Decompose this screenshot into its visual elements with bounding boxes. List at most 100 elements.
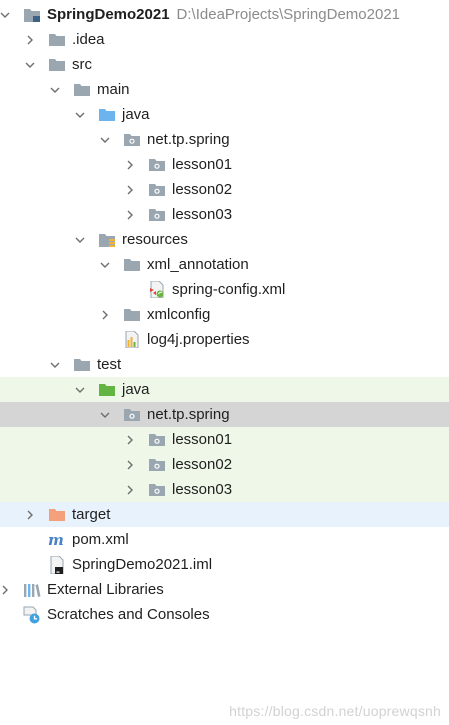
chevron-right-icon[interactable]: [0, 577, 10, 602]
tree-row-main-java[interactable]: java: [0, 102, 449, 127]
tree-item-label: xml_annotation: [147, 252, 249, 277]
chevron-down-icon[interactable]: [0, 2, 10, 27]
tree-item-label: .idea: [72, 27, 105, 52]
package-icon: [148, 202, 166, 227]
tree-row-main-lesson02[interactable]: lesson02: [0, 177, 449, 202]
tree-item-label: pom.xml: [72, 527, 129, 552]
tree-row-log4j[interactable]: log4j.properties: [0, 327, 449, 352]
chevron-right-icon[interactable]: [125, 452, 135, 477]
tree-row-xml-annotation[interactable]: xml_annotation: [0, 252, 449, 277]
tree-item-label: lesson03: [172, 202, 232, 227]
tree-row-test-lesson01[interactable]: lesson01: [0, 427, 449, 452]
tree-item-label: lesson01: [172, 427, 232, 452]
chevron-right-icon[interactable]: [125, 427, 135, 452]
tree-item-label: log4j.properties: [147, 327, 250, 352]
tree-item-label: java: [122, 102, 150, 127]
tree-item-text: target: [72, 506, 111, 523]
tree-item-label: SpringDemo2021 D:\IdeaProjects\SpringDemo…: [47, 2, 400, 27]
tree-row-src[interactable]: src: [0, 52, 449, 77]
tree-item-text: lesson02: [172, 456, 233, 473]
tree-item-label: test: [97, 352, 121, 377]
project-path: D:\IdeaProjects\SpringDemo2021: [176, 6, 401, 23]
package-icon: [123, 127, 141, 152]
tree-row-test-pkg[interactable]: net.tp.spring: [0, 402, 449, 427]
tree-row-test[interactable]: test: [0, 352, 449, 377]
folder-icon: [123, 252, 141, 277]
chevron-down-icon[interactable]: [100, 252, 110, 277]
chevron-down-icon[interactable]: [50, 77, 60, 102]
tree-row-test-lesson02[interactable]: lesson02: [0, 452, 449, 477]
tree-item-label: spring-config.xml: [172, 277, 285, 302]
tree-item-label: src: [72, 52, 92, 77]
chevron-right-icon[interactable]: [25, 502, 35, 527]
tree-row-root[interactable]: SpringDemo2021 D:\IdeaProjects\SpringDemo…: [0, 2, 449, 27]
tree-item-text: SpringDemo2021: [47, 6, 170, 23]
tree-item-text: lesson03: [172, 206, 233, 223]
tree-row-spring-config[interactable]: spring-config.xml: [0, 277, 449, 302]
tree-row-idea[interactable]: .idea: [0, 27, 449, 52]
chevron-right-icon[interactable]: [100, 302, 110, 327]
project-folder-icon: [23, 2, 41, 27]
chevron-right-icon[interactable]: [25, 27, 35, 52]
package-icon: [123, 402, 141, 427]
tree-item-text: src: [72, 56, 92, 73]
tree-row-main-lesson03[interactable]: lesson03: [0, 202, 449, 227]
tree-row-resources[interactable]: resources: [0, 227, 449, 252]
tree-item-label: lesson02: [172, 452, 232, 477]
tree-item-text: lesson03: [172, 481, 233, 498]
tree-row-main[interactable]: main: [0, 77, 449, 102]
tree-item-label: java: [122, 377, 150, 402]
tree-item-text: net.tp.spring: [147, 131, 230, 148]
tree-item-text: lesson01: [172, 431, 233, 448]
chevron-down-icon[interactable]: [75, 227, 85, 252]
tree-item-label: net.tp.spring: [147, 127, 230, 152]
tree-row-main-lesson01[interactable]: lesson01: [0, 152, 449, 177]
tree-item-label: target: [72, 502, 110, 527]
chevron-down-icon[interactable]: [75, 102, 85, 127]
tree-item-text: main: [97, 81, 130, 98]
tree-row-scratches[interactable]: Scratches and Consoles: [0, 602, 449, 627]
tree-row-iml[interactable]: SpringDemo2021.iml: [0, 552, 449, 577]
tree-row-test-java[interactable]: java: [0, 377, 449, 402]
folder-icon: [73, 352, 91, 377]
chevron-down-icon[interactable]: [25, 52, 35, 77]
tree-item-label: lesson02: [172, 177, 232, 202]
source-root-folder-icon: [98, 102, 116, 127]
tree-item-text: xml_annotation: [147, 256, 249, 273]
chevron-right-icon[interactable]: [125, 477, 135, 502]
tree-item-text: .idea: [72, 31, 105, 48]
chevron-down-icon[interactable]: [50, 352, 60, 377]
chevron-down-icon[interactable]: [100, 127, 110, 152]
tree-item-text: xmlconfig: [147, 306, 211, 323]
package-icon: [148, 452, 166, 477]
tree-item-text: java: [122, 106, 150, 123]
tree-item-text: lesson01: [172, 156, 233, 173]
folder-icon: [123, 302, 141, 327]
tree-row-ext-libs[interactable]: External Libraries: [0, 577, 449, 602]
module-file-icon: [48, 552, 66, 577]
tree-row-test-lesson03[interactable]: lesson03: [0, 477, 449, 502]
tree-item-label: resources: [122, 227, 188, 252]
tree-row-main-pkg[interactable]: net.tp.spring: [0, 127, 449, 152]
tree-row-target[interactable]: target: [0, 502, 449, 527]
chevron-right-icon[interactable]: [125, 152, 135, 177]
tree-item-text: spring-config.xml: [172, 281, 286, 298]
spring-xml-file-icon: [148, 277, 166, 302]
tree-item-text: test: [97, 356, 122, 373]
svg-text:m: m: [48, 532, 64, 548]
chevron-down-icon[interactable]: [75, 377, 85, 402]
tree-item-label: net.tp.spring: [147, 402, 230, 427]
tree-item-text: pom.xml: [72, 531, 129, 548]
chevron-right-icon[interactable]: [125, 177, 135, 202]
chevron-down-icon[interactable]: [100, 402, 110, 427]
tree-item-text: log4j.properties: [147, 331, 250, 348]
tree-item-label: lesson01: [172, 152, 232, 177]
excluded-folder-icon: [48, 502, 66, 527]
package-icon: [148, 427, 166, 452]
chevron-right-icon[interactable]: [125, 202, 135, 227]
tree-row-pom[interactable]: m pom.xml: [0, 527, 449, 552]
tree-item-label: xmlconfig: [147, 302, 210, 327]
libraries-icon: [23, 577, 41, 602]
tree-row-xmlconfig[interactable]: xmlconfig: [0, 302, 449, 327]
tree-item-text: java: [122, 381, 150, 398]
